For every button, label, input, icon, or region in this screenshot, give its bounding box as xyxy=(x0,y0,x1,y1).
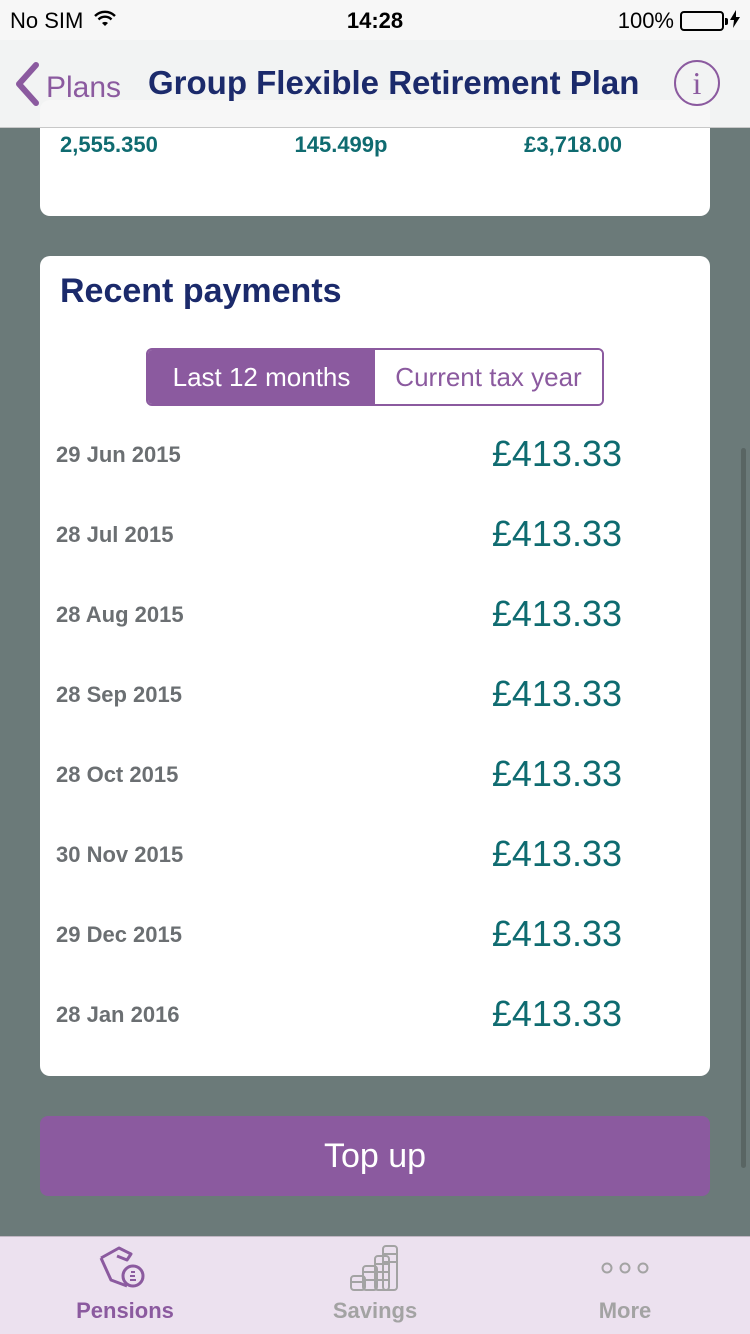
payment-date: 29 Jun 2015 xyxy=(56,442,181,467)
units-value: 2,555.350 xyxy=(60,132,158,157)
back-label: Plans xyxy=(46,71,122,104)
payment-date: 28 Sep 2015 xyxy=(56,682,182,707)
list-item: 29 Dec 2015 £413.33 xyxy=(56,894,622,974)
list-item: 29 Jun 2015 £413.33 xyxy=(56,414,622,494)
info-icon[interactable]: i xyxy=(674,60,720,106)
payment-amount: £413.33 xyxy=(491,993,622,1034)
list-item: 28 Sep 2015 £413.33 xyxy=(56,654,622,734)
tab-label: More xyxy=(598,1298,652,1323)
list-item: 28 Jul 2015 £413.33 xyxy=(56,494,622,574)
payment-date: 30 Nov 2015 xyxy=(56,842,184,867)
coins-stack-icon xyxy=(347,1242,403,1294)
payment-date: 28 Jan 2016 xyxy=(56,1002,180,1027)
payment-amount: £413.33 xyxy=(491,913,622,954)
payment-amount: £413.33 xyxy=(491,513,622,554)
period-segmented-control: Last 12 months Current tax year xyxy=(146,348,604,406)
tab-more[interactable]: More xyxy=(500,1237,750,1334)
payment-list: 29 Jun 2015 £413.33 28 Jul 2015 £413.33 … xyxy=(56,414,622,1054)
tab-savings[interactable]: Savings xyxy=(250,1237,500,1334)
page-title: Group Flexible Retirement Plan xyxy=(148,64,640,101)
back-button[interactable]: Plans xyxy=(14,62,121,114)
chevron-left-icon xyxy=(14,62,42,114)
tab-pensions[interactable]: Pensions xyxy=(0,1237,250,1334)
tab-label: Pensions xyxy=(76,1298,174,1323)
payment-amount: £413.33 xyxy=(491,593,622,634)
tab-current-tax-year[interactable]: Current tax year xyxy=(375,350,602,404)
tab-label: Savings xyxy=(332,1298,418,1323)
battery-percent: 100% xyxy=(617,8,674,33)
list-item: 28 Jan 2016 £413.33 xyxy=(56,974,622,1054)
list-item: 28 Aug 2015 £413.33 xyxy=(56,574,622,654)
payment-amount: £413.33 xyxy=(491,673,622,714)
unit-price-value: 145.499p xyxy=(294,132,388,157)
charging-icon xyxy=(730,8,740,34)
payment-amount: £413.33 xyxy=(491,833,622,874)
section-title: Recent payments xyxy=(60,272,342,310)
battery-icon xyxy=(680,11,728,31)
list-item: 30 Nov 2015 £413.33 xyxy=(56,814,622,894)
list-item: 28 Oct 2015 £413.33 xyxy=(56,734,622,814)
recent-payments-card: Recent payments Last 12 months Current t… xyxy=(40,256,710,1076)
payment-amount: £413.33 xyxy=(491,433,622,474)
top-up-button[interactable]: Top up xyxy=(40,1116,710,1196)
status-bar: No SIM 14:28 100% xyxy=(0,0,750,40)
tab-bar: Pensions Savings More xyxy=(0,1236,750,1334)
payment-amount: £413.33 xyxy=(491,753,622,794)
payment-date: 28 Jul 2015 xyxy=(56,522,174,547)
payment-date: 28 Aug 2015 xyxy=(56,602,184,627)
scrollbar[interactable] xyxy=(741,448,746,1168)
pension-hand-icon xyxy=(97,1242,153,1294)
holding-value: £3,718.00 xyxy=(524,132,622,157)
payment-date: 29 Dec 2015 xyxy=(56,922,182,947)
more-dots-icon xyxy=(600,1242,650,1294)
tab-last-12-months[interactable]: Last 12 months xyxy=(148,350,375,404)
navigation-bar: Plans Group Flexible Retirement Plan i xyxy=(0,40,750,128)
payment-date: 28 Oct 2015 xyxy=(56,762,179,787)
